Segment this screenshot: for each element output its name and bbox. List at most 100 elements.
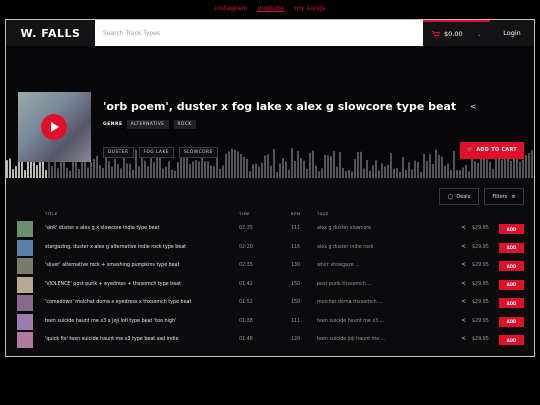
track-bpm: 120 [291,337,301,342]
waveform-bar [33,162,35,178]
waveform-bar [255,163,257,178]
track-thumbnail[interactable] [17,239,33,256]
waveform-bar [132,170,134,178]
waveform-bar [459,170,461,178]
waveform-bar [213,166,215,178]
track-title[interactable]: 'VIOLENCE' post punk + eyedress + thxsom… [45,282,181,287]
search-input[interactable]: Search Track Types [95,20,423,46]
waveform-bar [393,168,395,178]
table-row[interactable]: teen suicide haunt me x3 x joji lofi typ… [6,313,534,331]
track-title[interactable]: stargazing, duster x alex g alternative … [45,245,186,250]
add-to-cart-button[interactable]: 🛒 ADD TO CART [460,142,524,159]
header: W. FALLS Search Track Types $0.00 ⌄ Logi… [6,20,534,46]
share-icon[interactable]: < [461,335,466,342]
waveform-bar [18,161,20,178]
add-button[interactable]: ADD [499,242,524,253]
tag-chip[interactable]: DUSTER [103,147,134,158]
waveform-bar [219,168,221,178]
waveform-bar [522,160,524,178]
track-thumbnail[interactable] [17,221,33,237]
track-time: 01:42 [239,281,253,287]
waveform-bar [78,169,80,178]
waveform-bar [150,157,152,178]
waveform-bar [261,162,263,178]
waveform-bar [15,166,17,178]
table-row[interactable]: 'VIOLENCE' post punk + eyedress + thxsom… [6,276,534,294]
add-button[interactable]: ADD [499,316,524,327]
instagram-link[interactable]: instagram [214,4,247,12]
waveform-bar [501,160,503,178]
login-button[interactable]: Login [490,20,534,46]
waveform-bar [117,164,119,178]
genre-chip[interactable]: ROCK [173,120,196,129]
waveform-bar [444,165,446,178]
deals-button[interactable]: ◯ Deals [439,188,479,205]
play-icon[interactable] [41,114,67,140]
track-title[interactable]: 'silver' alternative rock + smashing pum… [45,263,180,268]
col-bpm: BPM [291,211,301,216]
table-row[interactable]: 'comedown' molchat doma x eyedress x thx… [6,294,534,312]
waveform-bar [306,168,308,178]
waveform-bar [507,155,509,178]
track-price: $29.95 [472,226,489,231]
featured-track: 'orb poem', duster x fog lake x alex g s… [6,46,534,178]
waveform-bar [264,155,266,178]
genre-chip[interactable]: ALTERNATIVE [126,120,169,129]
waveform-bar [273,149,275,178]
waveform-bar [291,148,293,178]
track-title[interactable]: 'quick fix' teen suicide haunt me x3 typ… [45,337,178,342]
logo[interactable]: W. FALLS [6,20,95,46]
waveform-bar [339,152,341,178]
youtube-link[interactable]: youtube [257,4,284,12]
add-button[interactable]: ADD [499,298,524,308]
waveform-bar [111,166,113,178]
share-icon[interactable]: < [461,261,466,268]
tag-chip[interactable]: FOG LAKE [138,147,175,158]
track-thumbnail[interactable] [17,276,33,293]
waveform-bar [492,169,494,178]
my-songs-link[interactable]: my songs [294,4,325,12]
track-bpm: 150 [291,300,301,305]
filters-button[interactable]: Filters ≡ [484,188,524,205]
tag-icon: ◯ [447,193,454,200]
add-button[interactable]: ADD [499,261,524,271]
share-icon[interactable]: < [461,243,466,250]
track-thumbnail[interactable] [17,295,33,311]
share-icon[interactable]: < [470,102,477,111]
share-icon[interactable]: < [461,280,466,287]
add-button[interactable]: ADD [499,335,524,345]
share-icon[interactable]: < [461,224,466,231]
add-to-cart-label: ADD TO CART [476,148,518,153]
table-row[interactable]: 'quick fix' teen suicide haunt me x3 typ… [6,331,534,349]
track-bpm: 116 [291,244,301,250]
waveform-bar [387,164,389,178]
waveform-bar [486,159,488,178]
waveform-bar [282,157,284,178]
add-button[interactable]: ADD [499,224,524,234]
waveform-bar [354,159,356,178]
track-price: $29.95 [472,318,489,324]
track-time: 01:38 [239,318,253,324]
table-row[interactable]: 'silver' alternative rock + smashing pum… [6,257,534,275]
waveform-bar [408,162,410,178]
waveform-bar [294,161,296,178]
track-thumbnail[interactable] [17,258,33,274]
waveform-bar [45,170,47,178]
track-tags: molchat doma thxsomch ... [317,300,383,305]
table-row[interactable]: 'sink' duster x alex g x slowcore indie … [6,220,534,238]
add-button[interactable]: ADD [499,279,524,290]
cover-art [18,92,91,162]
waveform-bar [288,169,290,178]
share-icon[interactable]: < [461,298,466,305]
waveform-bar [192,161,194,178]
waveform-bar [297,151,299,178]
track-thumbnail[interactable] [17,332,33,348]
table-row[interactable]: stargazing, duster x alex g alternative … [6,239,534,257]
track-thumbnail[interactable] [17,313,33,330]
track-title[interactable]: 'sink' duster x alex g x slowcore indie … [45,226,159,231]
track-title[interactable]: teen suicide haunt me x3 x joji lofi typ… [45,319,176,324]
cart-button[interactable]: $0.00 ⌄ [423,20,490,46]
track-title[interactable]: 'comedown' molchat doma x eyedress x thx… [45,300,191,305]
tag-chip[interactable]: SLOWCORE [179,147,218,158]
share-icon[interactable]: < [461,317,466,324]
